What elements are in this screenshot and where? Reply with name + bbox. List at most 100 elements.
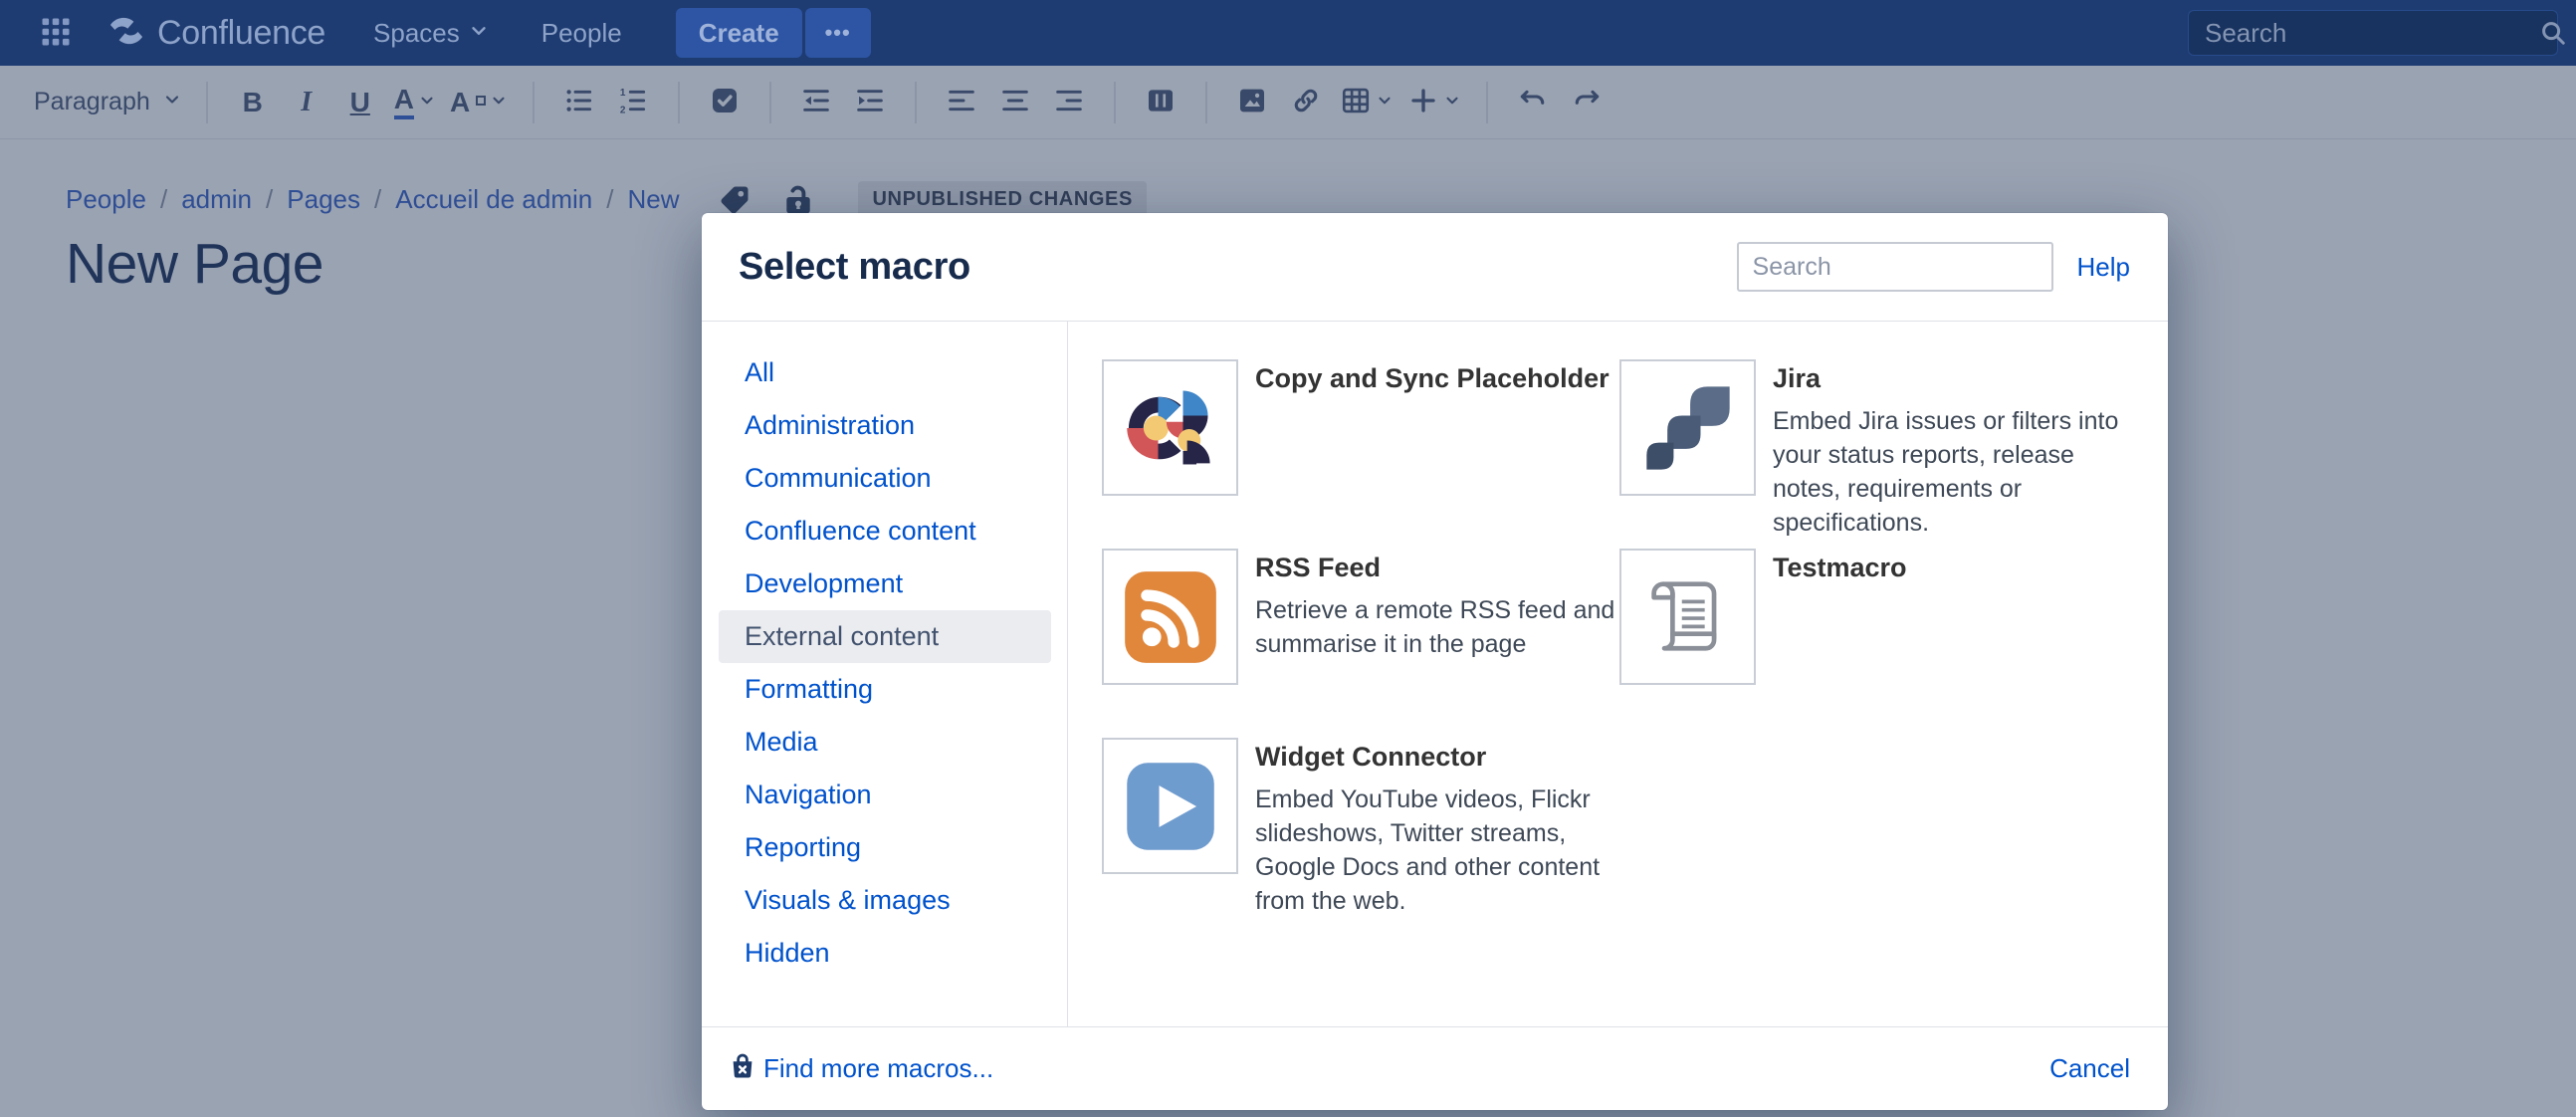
underline-button[interactable]: U [336,79,384,126]
italic-button[interactable]: I [283,79,330,126]
category-list: All Administration Communication Conflue… [702,322,1068,1026]
breadcrumb-separator: / [374,184,381,215]
macro-item-rss-feed[interactable]: RSS Feed Retrieve a remote RSS feed and … [1102,549,1619,738]
rss-logo-icon [1102,549,1238,685]
category-formatting[interactable]: Formatting [719,663,1051,716]
redo-button[interactable] [1563,79,1610,126]
macro-name: RSS Feed [1255,549,1619,583]
text-color-button[interactable]: A [390,79,440,126]
text-color-icon: A [394,86,414,119]
app-switcher-button[interactable] [30,7,82,59]
insert-link-button[interactable] [1282,79,1330,126]
toolbar-divider [206,82,208,123]
align-right-button[interactable] [1045,79,1093,126]
bold-button[interactable]: B [229,79,277,126]
category-administration[interactable]: Administration [719,399,1051,452]
breadcrumb-people[interactable]: People [66,184,146,215]
toolbar-divider [678,82,680,123]
find-more-macros-link[interactable]: Find more macros... [728,1050,993,1087]
align-left-icon [946,85,977,119]
breadcrumb-pages[interactable]: Pages [287,184,360,215]
people-menu[interactable]: People [541,18,622,49]
cancel-button[interactable]: Cancel [2049,1053,2130,1084]
category-navigation[interactable]: Navigation [719,769,1051,821]
category-confluence-content[interactable]: Confluence content [719,505,1051,558]
page-layout-button[interactable] [1137,79,1184,126]
macro-search-input[interactable] [1737,242,2053,292]
table-icon [1340,85,1372,119]
breadcrumb-admin[interactable]: admin [181,184,252,215]
indent-icon [854,85,886,119]
macro-item-widget-connector[interactable]: Widget Connector Embed YouTube videos, F… [1102,738,1619,927]
category-reporting[interactable]: Reporting [719,821,1051,874]
toolbar-divider [769,82,771,123]
macro-item-testmacro[interactable]: Testmacro [1619,549,2140,738]
numbered-list-button[interactable]: 12 [609,79,657,126]
insert-more-button[interactable] [1403,79,1465,126]
align-left-button[interactable] [938,79,985,126]
breadcrumb-separator: / [606,184,613,215]
macro-item-copy-sync-placeholder[interactable]: Copy and Sync Placeholder [1102,359,1619,549]
category-development[interactable]: Development [719,558,1051,610]
undo-button[interactable] [1509,79,1557,126]
paragraph-label: Paragraph [34,88,150,116]
superscript-box-icon [476,96,486,106]
redo-icon [1571,85,1603,119]
category-visuals-images[interactable]: Visuals & images [719,874,1051,927]
spaces-menu[interactable]: Spaces [373,18,490,49]
macro-name: Widget Connector [1255,738,1619,773]
svg-text:1: 1 [620,88,626,99]
macro-name: Jira [1773,359,2140,394]
breadcrumb-separator: / [266,184,273,215]
category-all[interactable]: All [719,346,1051,399]
breadcrumb-new[interactable]: New [627,184,679,215]
underline-icon: U [350,89,370,116]
nav-search-input[interactable] [2205,18,2538,49]
italic-icon: I [301,89,312,116]
bullet-list-icon [563,85,595,119]
editor-toolbar: Paragraph B I U A A 12 [0,66,2576,139]
bullet-list-button[interactable] [555,79,603,126]
undo-icon [1517,85,1549,119]
more-button[interactable]: ••• [805,8,871,58]
dialog-body: All Administration Communication Conflue… [702,321,2168,1027]
insert-image-button[interactable] [1228,79,1276,126]
people-label: People [541,18,622,49]
confluence-logo[interactable]: Confluence [106,10,325,57]
jira-logo-icon [1619,359,1756,496]
chevron-down-icon [162,88,182,116]
macro-item-jira[interactable]: Jira Embed Jira issues or filters into y… [1619,359,2140,549]
svg-text:2: 2 [620,105,626,115]
toolbar-divider [1114,82,1116,123]
create-button[interactable]: Create [676,8,802,58]
align-center-button[interactable] [991,79,1039,126]
macro-description: Retrieve a remote RSS feed and summarise… [1255,593,1619,661]
dialog-footer: Find more macros... Cancel [702,1027,2168,1110]
category-hidden[interactable]: Hidden [719,927,1051,980]
help-link[interactable]: Help [2077,252,2130,283]
scroll-icon [1619,549,1756,685]
text-style-button[interactable]: A [446,79,512,126]
indent-button[interactable] [846,79,894,126]
image-icon [1236,85,1268,119]
task-list-button[interactable] [701,79,749,126]
play-logo-icon [1102,738,1238,874]
text-style-icon: A [450,89,470,116]
outdent-icon [800,85,832,119]
top-nav: Confluence Spaces People Create ••• [0,0,2576,66]
breadcrumb-separator: / [160,184,167,215]
plus-icon [1407,85,1439,119]
paragraph-style-select[interactable]: Paragraph [34,88,182,116]
macro-list: Copy and Sync Placeholder Jira Embed Jir… [1068,322,2168,1026]
breadcrumb-accueil[interactable]: Accueil de admin [395,184,592,215]
chevron-down-icon [490,92,508,112]
category-media[interactable]: Media [719,716,1051,769]
dialog-header: Select macro Help [702,213,2168,321]
logo-text: Confluence [157,14,325,53]
insert-table-button[interactable] [1336,79,1397,126]
outdent-button[interactable] [792,79,840,126]
category-external-content[interactable]: External content [719,610,1051,663]
category-communication[interactable]: Communication [719,452,1051,505]
chevron-down-icon [418,92,436,112]
align-right-icon [1053,85,1085,119]
